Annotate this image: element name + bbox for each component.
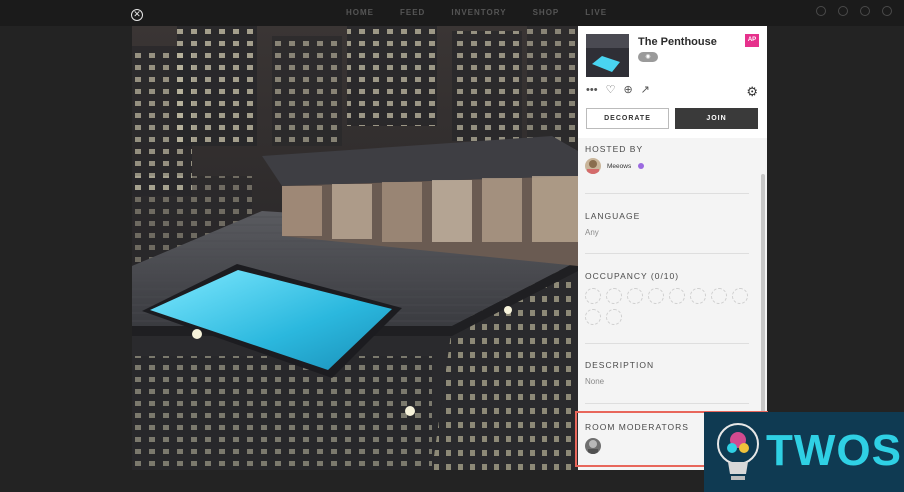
divider <box>585 193 749 194</box>
hosted-by-heading: HOSTED BY <box>585 144 644 154</box>
language-heading: LANGUAGE <box>585 211 641 221</box>
occupancy-slot <box>732 288 748 304</box>
nav-link-feed[interactable]: FEED <box>400 8 425 17</box>
heart-icon[interactable]: ♡ <box>606 84 616 96</box>
avatar[interactable] <box>585 158 601 174</box>
profile-icon[interactable] <box>882 6 892 16</box>
occupancy-heading: OCCUPANCY (0/10) <box>585 271 680 281</box>
occupancy-slot <box>585 309 601 325</box>
messages-icon[interactable] <box>838 6 848 16</box>
avatar[interactable] <box>585 438 601 454</box>
nav-link-shop[interactable]: SHOP <box>533 8 560 17</box>
nav-link-inventory[interactable]: INVENTORY <box>451 8 506 17</box>
room-actions: ••• ♡ ⊕ ↗ <box>586 84 650 96</box>
nav-link-home[interactable]: HOME <box>346 8 374 17</box>
nav-right-icons <box>816 6 892 16</box>
room-preview-illustration <box>132 26 578 470</box>
occupancy-slot <box>585 288 601 304</box>
decorate-button[interactable]: DECORATE <box>586 108 669 129</box>
occupancy-slot <box>669 288 685 304</box>
language-value: Any <box>585 228 599 237</box>
host-name[interactable]: Meeows <box>607 163 631 170</box>
app-window: HOME FEED INVENTORY SHOP LIVE ✕ The Pent… <box>0 0 904 492</box>
access-pass-badge: AP <box>745 34 759 47</box>
lightbulb-logo-icon <box>717 423 759 480</box>
occupancy-slot <box>648 288 664 304</box>
description-value: None <box>585 377 605 386</box>
more-options-icon[interactable]: ••• <box>586 84 598 96</box>
eye-icon: ◉ <box>638 52 658 62</box>
nav-links: HOME FEED INVENTORY SHOP LIVE <box>346 8 607 17</box>
description-heading: DESCRIPTION <box>585 360 655 370</box>
divider <box>585 253 749 254</box>
room-moderators-heading: ROOM MODERATORS <box>585 422 689 432</box>
occupancy-slot <box>627 288 643 304</box>
occupancy-slots <box>585 288 760 325</box>
watermark: TWOS <box>704 412 904 492</box>
divider <box>585 403 749 404</box>
nav-link-live[interactable]: LIVE <box>585 8 607 17</box>
occupancy-slot <box>606 288 622 304</box>
room-details-panel: The Penthouse AP ◉ ••• ♡ ⊕ ↗ ⚙ DECORATE … <box>578 26 767 470</box>
occupancy-slot <box>606 309 622 325</box>
share-icon[interactable]: ↗ <box>641 84 650 96</box>
close-icon[interactable]: ✕ <box>131 9 143 21</box>
join-button[interactable]: JOIN <box>675 108 758 129</box>
gear-icon[interactable]: ⚙ <box>746 84 758 100</box>
room-thumbnail <box>586 34 629 77</box>
occupancy-slot <box>690 288 706 304</box>
occupancy-slot <box>711 288 727 304</box>
room-title: The Penthouse <box>638 36 717 48</box>
room-preview-image <box>132 26 578 470</box>
vip-badge-icon <box>638 163 644 169</box>
notifications-icon[interactable] <box>860 6 870 16</box>
watermark-text: TWOS <box>766 426 902 475</box>
add-icon[interactable]: ⊕ <box>623 84 632 96</box>
credits-icon[interactable] <box>816 6 826 16</box>
divider <box>585 343 749 344</box>
